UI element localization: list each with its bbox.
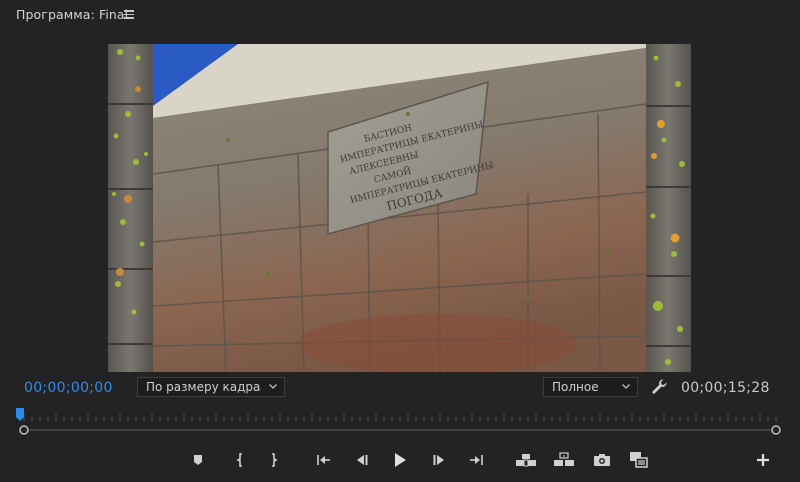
chevron-down-icon — [269, 384, 277, 389]
zoom-select-value: По размеру кадра — [146, 380, 261, 394]
comparison-view-button[interactable] — [627, 448, 651, 472]
step-back-icon — [357, 455, 368, 465]
lift-button[interactable] — [514, 448, 538, 472]
comparison-icon — [630, 452, 648, 468]
go-to-out-icon — [470, 455, 483, 465]
chevron-down-icon — [622, 384, 630, 389]
play-icon — [395, 453, 406, 467]
time-ruler[interactable] — [14, 404, 786, 444]
step-back-button[interactable] — [350, 448, 374, 472]
go-to-out-button[interactable] — [465, 448, 489, 472]
transport-controls — [0, 446, 800, 474]
lift-icon — [516, 454, 536, 467]
video-frame: БАСТИОН ИМПЕРАТРИЦЫ ЕКАТЕРИНЫ АЛЕКСЕЕВНЫ… — [108, 44, 691, 372]
playhead[interactable] — [16, 408, 24, 422]
go-to-in-icon — [317, 455, 330, 465]
panel-title[interactable]: Программа: Final — [16, 7, 128, 22]
current-timecode[interactable]: 00;00;00;00 — [24, 380, 113, 396]
extract-button[interactable] — [552, 448, 576, 472]
mark-out-icon — [272, 453, 278, 467]
mark-in-button[interactable] — [228, 448, 252, 472]
zoom-select[interactable]: По размеру кадра — [137, 377, 285, 397]
quality-select-value: Полное — [552, 380, 599, 394]
program-monitor-viewer[interactable]: БАСТИОН ИМПЕРАТРИЦЫ ЕКАТЕРИНЫ АЛЕКСЕЕВНЫ… — [108, 44, 691, 372]
monitor-controls: 00;00;00;00 По размеру кадра Полное 00;0… — [0, 374, 800, 400]
zoom-handle-right[interactable] — [771, 425, 781, 435]
camera-icon — [594, 454, 610, 466]
plus-icon — [757, 454, 769, 466]
wrench-icon[interactable] — [651, 378, 668, 395]
quality-select[interactable]: Полное — [543, 377, 638, 397]
step-forward-button[interactable] — [427, 448, 451, 472]
mark-out-button[interactable] — [262, 448, 286, 472]
extract-icon — [554, 452, 574, 466]
step-forward-icon — [433, 455, 444, 465]
panel-header: Программа: Final — [0, 0, 800, 32]
mark-in-icon — [236, 453, 242, 467]
go-to-in-button[interactable] — [311, 448, 335, 472]
export-frame-button[interactable] — [590, 448, 614, 472]
button-editor-button[interactable] — [751, 448, 775, 472]
zoom-handle-left[interactable] — [19, 425, 29, 435]
play-button[interactable] — [388, 448, 412, 472]
marker-icon — [194, 455, 202, 465]
duration-timecode: 00;00;15;28 — [681, 380, 770, 396]
add-marker-button[interactable] — [186, 448, 210, 472]
hamburger-icon[interactable] — [124, 10, 134, 19]
